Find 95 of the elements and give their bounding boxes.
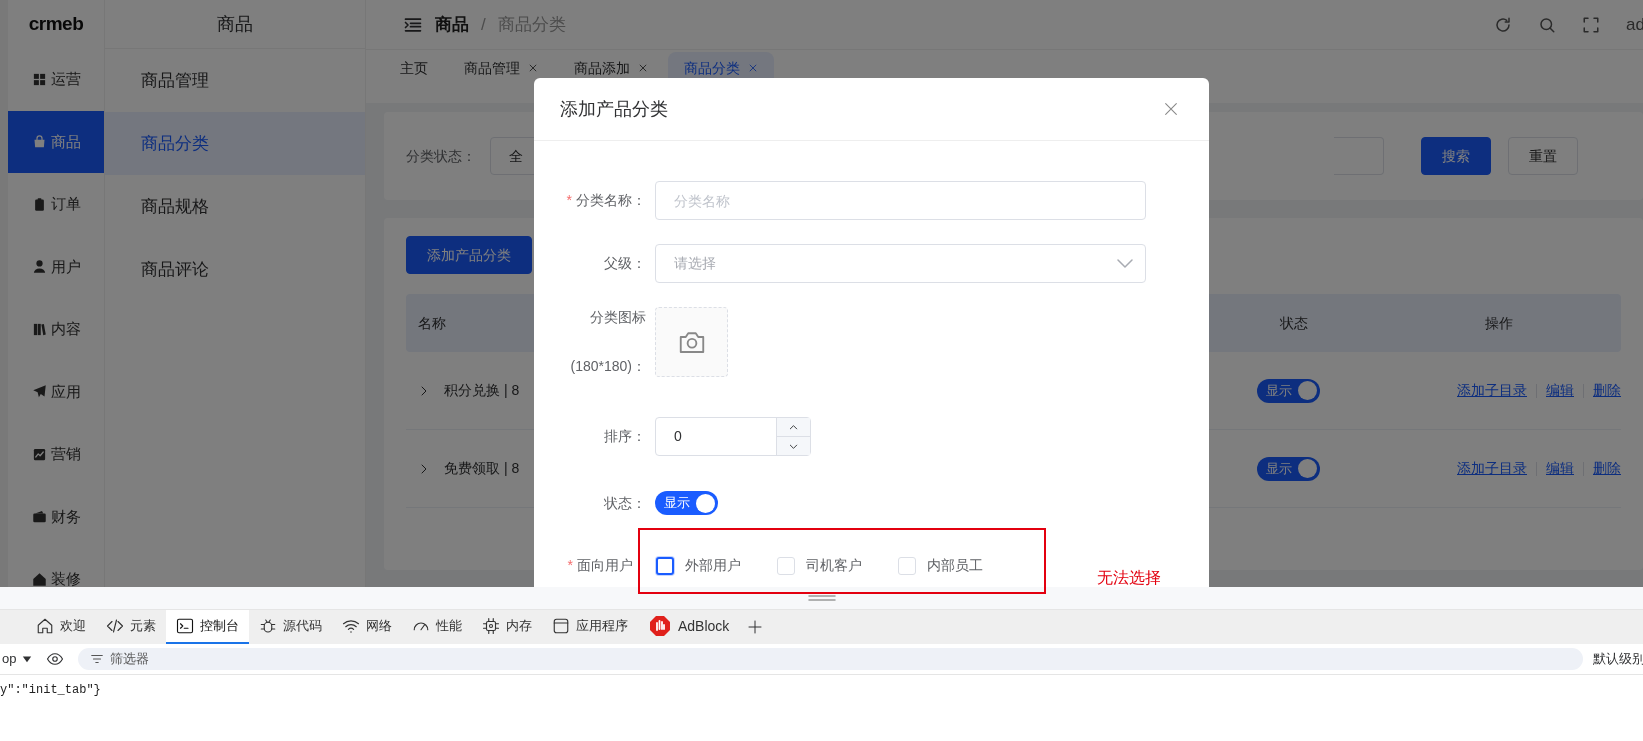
context-select[interactable]: op (2, 649, 33, 669)
sidebar-item[interactable]: 装修 (8, 548, 104, 587)
action-link[interactable]: 添加子目录 (1457, 380, 1527, 401)
action-link[interactable]: 添加子目录 (1457, 458, 1527, 479)
reset-button[interactable]: 重置 (1508, 137, 1578, 175)
fullscreen-icon[interactable] (1582, 15, 1601, 34)
checkbox[interactable] (656, 556, 674, 575)
close-icon[interactable] (1163, 101, 1179, 117)
checkbox-label: 司机客户 (806, 556, 862, 575)
submenu-item[interactable]: 商品评论 (105, 238, 365, 301)
books-icon (31, 321, 47, 337)
parent-select[interactable]: 请选择 (655, 244, 1146, 283)
sidebar-item[interactable]: 财务 (8, 485, 104, 548)
sidebar-item[interactable]: 内容 (8, 298, 104, 361)
wifi-icon (342, 617, 360, 635)
window-icon (552, 617, 570, 635)
devtools-tab[interactable]: 控制台 (166, 610, 249, 644)
submenu-item[interactable]: 商品管理 (105, 49, 365, 112)
close-icon[interactable] (528, 63, 538, 73)
field-label: * 面向用户 (567, 557, 633, 573)
devtools-tab[interactable]: 源代码 (249, 610, 332, 644)
checkbox-label: 外部用户 (685, 556, 741, 575)
terminal-icon (176, 617, 194, 635)
page-tab[interactable]: 商品添加 (558, 52, 664, 84)
breadcrumb-item[interactable]: 商品 (435, 11, 469, 38)
devtools-tab[interactable]: 内存 (472, 610, 542, 644)
refresh-icon[interactable] (1494, 15, 1513, 34)
submenu-item[interactable]: 商品规格 (105, 175, 365, 238)
user-name[interactable]: ad (1626, 11, 1643, 38)
filter-label: 分类状态： (406, 146, 476, 166)
devtools-tab[interactable]: AdBlock (638, 610, 740, 644)
plus-icon[interactable] (747, 619, 764, 635)
annotation-text: 无法选择 (1097, 568, 1161, 588)
name-input[interactable]: 分类名称 (655, 181, 1146, 220)
sidebar-item[interactable]: 运营 (8, 48, 104, 111)
action-link[interactable]: 编辑 (1546, 380, 1574, 401)
devtools-tab[interactable]: 应用程序 (542, 610, 638, 644)
action-link[interactable]: 删除 (1593, 458, 1621, 479)
code-icon (106, 617, 124, 635)
status-toggle[interactable]: 显示 (655, 491, 718, 515)
devtools-tab[interactable]: 网络 (332, 610, 402, 644)
chip-icon (482, 617, 500, 635)
resize-handle-icon (807, 595, 836, 601)
devtools-tab[interactable]: 元素 (96, 610, 166, 644)
stop-hand-icon (648, 614, 672, 638)
field-label: 父级： (604, 255, 646, 271)
checkbox-label: 内部员工 (927, 556, 983, 575)
field-label: (180*180)： (570, 357, 646, 376)
search-button[interactable]: 搜索 (1421, 137, 1491, 175)
sidebar-item[interactable]: 商品 (8, 110, 104, 173)
category-name: 积分兑换 | 8 (444, 381, 520, 400)
eye-icon[interactable] (46, 650, 65, 668)
logo[interactable]: crmeb (8, 0, 104, 48)
submenu-item[interactable]: 商品分类 (105, 112, 365, 175)
bug-icon (259, 617, 277, 635)
page-tab[interactable]: 主页 (384, 52, 444, 84)
filter-field[interactable]: 筛选器 (78, 648, 1583, 670)
column-header: 状态 (1280, 314, 1308, 331)
paper-plane-icon (31, 384, 47, 400)
house-icon (36, 617, 54, 635)
breadcrumb-separator: / (481, 13, 486, 36)
close-icon[interactable] (638, 63, 648, 73)
status-toggle[interactable]: 显示 (1257, 456, 1321, 481)
upload-box[interactable] (655, 307, 728, 377)
filter-icon (90, 652, 105, 666)
field-label: 分类图标 (590, 308, 646, 327)
sidebar-item[interactable]: 应用 (8, 360, 104, 423)
wallet-icon (31, 509, 47, 525)
action-link[interactable]: 编辑 (1546, 458, 1574, 479)
field-label: 排序： (604, 428, 646, 444)
chart-icon (31, 446, 47, 462)
status-toggle[interactable]: 显示 (1257, 378, 1321, 403)
sort-input[interactable]: 0 (655, 417, 811, 456)
add-category-button[interactable]: 添加产品分类 (406, 236, 532, 274)
field-label: * 分类名称： (566, 192, 646, 208)
grid-icon (31, 71, 47, 87)
action-link[interactable]: 删除 (1593, 380, 1621, 401)
sidebar-item[interactable]: 营销 (8, 423, 104, 486)
sidebar-item[interactable]: 订单 (8, 173, 104, 236)
submenu-title: 商品 (217, 12, 253, 36)
page-tab[interactable]: 商品管理 (448, 52, 554, 84)
column-header: 操作 (1485, 314, 1513, 331)
devtools-tab[interactable]: 欢迎 (26, 610, 96, 644)
category-name: 免费领取 | 8 (444, 459, 520, 478)
search-icon[interactable] (1538, 15, 1557, 34)
sidebar-item[interactable]: 用户 (8, 235, 104, 298)
user-icon (31, 259, 47, 275)
console-line: y":"init_tab"} (0, 682, 102, 699)
chevron-down-icon (1117, 259, 1133, 268)
close-icon[interactable] (748, 63, 758, 73)
column-header: 名称 (418, 313, 446, 333)
caret-icon (22, 654, 33, 664)
field-label: 状态： (604, 494, 646, 511)
devtools-tab[interactable]: 性能 (402, 610, 472, 644)
dialog-title: 添加产品分类 (560, 97, 668, 121)
